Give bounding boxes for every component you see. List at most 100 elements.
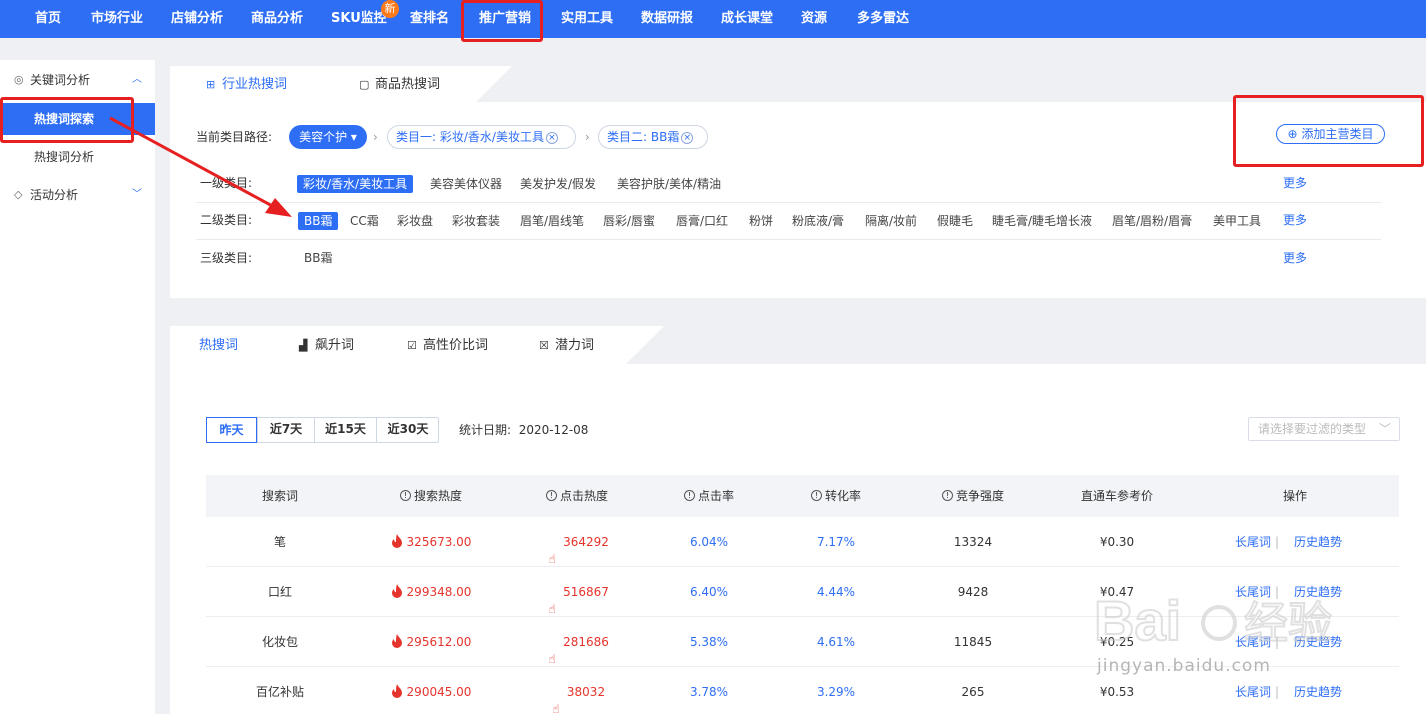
nav-product-analysis[interactable]: 商品分析 [251,0,303,38]
col-click-heat[interactable]: ! 点击热度 [522,475,632,517]
history-trend-link[interactable]: 历史趋势 [1294,667,1342,714]
category-item[interactable]: 美甲工具 [1213,212,1261,230]
cell-click-heat: ☝281686 [522,617,632,667]
chevron-right-icon: › [373,130,378,144]
bar-chart-icon: ▟ [299,339,308,352]
nav-resources[interactable]: 资源 [801,0,827,38]
category-item[interactable]: 唇膏/口红 [676,212,728,230]
category-level2-pill[interactable]: 类目二: BB霜 × [598,125,708,149]
category-item[interactable]: CC霜 [350,212,379,230]
col-ctr[interactable]: ! 点击率 [659,475,759,517]
nav-promotion[interactable]: 推广营销 [479,0,531,38]
category-root-pill[interactable]: 美容个护 ▾ [289,125,367,149]
category-item[interactable]: 彩妆套装 [452,212,500,230]
long-tail-link[interactable]: 长尾词 [1235,567,1271,617]
category-item[interactable]: 美容护肤/美体/精油 [617,175,721,193]
cell-cvr: 3.29% [816,685,856,699]
cell-click-heat: ☝38032 [522,667,632,714]
category-item[interactable]: 眉笔/眉线笔 [520,212,584,230]
more-link-level3[interactable]: 更多 [1283,248,1307,268]
category-item[interactable]: 美容美体仪器 [430,175,502,193]
cell-price: ¥0.53 [1099,685,1135,699]
filter-type-select[interactable]: 请选择要过滤的类型 ﹀ [1248,417,1400,441]
date-15d-button[interactable]: 近15天 [314,417,376,443]
table-row: 口红 299348.00 ☝516867 6.40% 4.44% 9428 ¥0… [206,567,1399,617]
bag-icon: ▢ [359,78,370,91]
op-divider: | [1275,585,1280,599]
sidebar-item-hot-search-analysis[interactable]: 热搜词分析 [34,147,94,167]
more-link-level2[interactable]: 更多 [1283,210,1307,230]
target-icon: ◎ [14,73,24,86]
info-icon: ! [399,490,411,501]
col-operation: 操作 [1282,489,1307,503]
history-trend-link[interactable]: 历史趋势 [1294,517,1342,567]
category-item[interactable]: 彩妆盘 [397,212,433,230]
nav-shop-analysis[interactable]: 店铺分析 [171,0,223,38]
cell-cvr: 4.44% [816,585,856,599]
category-level1-pill[interactable]: 类目一: 彩妆/香水/美妆工具 × [387,125,576,149]
close-icon[interactable]: × [681,131,694,144]
date-30d-button[interactable]: 近30天 [376,417,439,443]
new-badge: 新 [381,0,399,18]
tab-corner [626,326,664,364]
nav-market[interactable]: 市场行业 [91,0,143,38]
category-item[interactable]: 假睫毛 [937,212,973,230]
category-item[interactable]: BB霜 [304,249,332,267]
nav-home[interactable]: 首页 [35,0,61,38]
op-divider: | [1275,535,1280,549]
category-item[interactable]: 睫毛膏/睫毛增长液 [992,212,1092,230]
sidebar-group-keyword-analysis[interactable]: ◎ 关键词分析 ︿ [0,67,155,93]
nav-classroom[interactable]: 成长课堂 [721,0,773,38]
nav-reports[interactable]: 数据研报 [641,0,693,38]
nav-rank-check[interactable]: 查排名 [410,0,449,38]
long-tail-link[interactable]: 长尾词 [1235,667,1271,714]
table-row: 笔 325673.00 ☝364292 6.04% 7.17% 13324 ¥0… [206,517,1399,567]
col-keyword: 搜索词 [261,489,298,503]
nav-sku-monitor[interactable]: SKU监控 [331,0,387,38]
fire-icon [391,633,402,648]
level1-label: 一级类目: [200,176,253,190]
category-item[interactable]: 唇彩/唇蜜 [603,212,655,230]
col-competition[interactable]: ! 竞争强度 [918,475,1028,517]
long-tail-link[interactable]: 长尾词 [1235,517,1271,567]
tab-rising[interactable]: ▟ 飙升词 [299,336,354,356]
more-link-level1[interactable]: 更多 [1283,173,1307,193]
category-item[interactable]: BB霜 [298,212,339,230]
cell-keyword: 百亿补贴 [255,685,304,699]
cell-ctr: 3.78% [689,685,729,699]
tab-potential[interactable]: ☒ 潜力词 [539,336,594,356]
date-yesterday-button[interactable]: 昨天 [206,417,257,443]
history-trend-link[interactable]: 历史趋势 [1294,617,1342,667]
nav-tools[interactable]: 实用工具 [561,0,613,38]
category-item[interactable]: 美发护发/假发 [520,175,596,193]
date-7d-button[interactable]: 近7天 [257,417,314,443]
tab-hot-search[interactable]: 热搜词 [199,336,238,356]
trend-icon: ☒ [539,339,549,352]
cell-competition: 13324 [953,535,993,549]
col-cvr[interactable]: ! 转化率 [786,475,886,517]
cell-competition: 265 [961,685,985,699]
long-tail-link[interactable]: 长尾词 [1235,617,1271,667]
sidebar-group-activity-analysis[interactable]: ◇ 活动分析 ﹀ [0,182,155,208]
nav-radar[interactable]: 多多雷达 [857,0,909,38]
pointer-hand-icon: ☝ [552,701,560,714]
category-item[interactable]: 粉底液/膏 [792,212,844,230]
category-item[interactable]: 眉笔/眉粉/眉膏 [1112,212,1192,230]
tab-value[interactable]: ☑ 高性价比词 [407,336,488,356]
category-path-label: 当前类目路径: [196,130,273,144]
sidebar-group-label: 活动分析 [30,188,79,202]
close-icon[interactable]: × [545,131,558,144]
cell-competition: 9428 [957,585,989,599]
sidebar-item-hot-search-explore[interactable]: 热搜词探索 [0,103,155,135]
cell-price: ¥0.30 [1099,535,1135,549]
category-item[interactable]: 粉饼 [749,212,773,230]
add-main-category-button[interactable]: ⊕ 添加主营类目 [1276,124,1385,144]
top-nav: 首页 市场行业 店铺分析 商品分析 SKU监控 新 查排名 推广营销 实用工具 … [0,0,1426,38]
category-item[interactable]: 彩妆/香水/美妆工具 [297,175,414,193]
col-search-heat[interactable]: ! 搜索热度 [376,475,486,517]
tab-corner [476,66,512,102]
chevron-up-icon: ︿ [132,74,142,85]
history-trend-link[interactable]: 历史趋势 [1294,567,1342,617]
category-item[interactable]: 隔离/妆前 [865,212,917,230]
col-price: 直通车参考价 [1080,489,1153,503]
